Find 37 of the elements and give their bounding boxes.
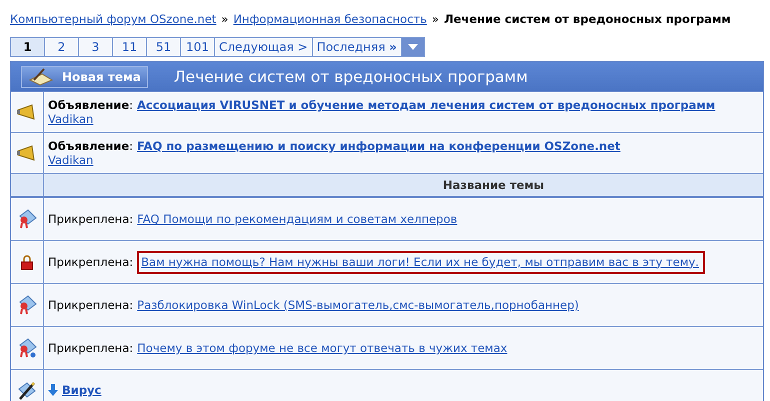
announcement-label: Объявление: bbox=[48, 98, 134, 112]
page-number[interactable]: 2 bbox=[45, 38, 79, 56]
document-pencil-icon bbox=[16, 379, 38, 401]
new-topic-button[interactable]: Новая тема bbox=[21, 66, 148, 88]
announcement-label: Объявление: bbox=[48, 139, 134, 153]
thread-link[interactable]: Вирус bbox=[62, 383, 102, 397]
thread-link[interactable]: Разблокировка WinLock (SMS-вымогатель,смс-вымогатель,порнобаннер) bbox=[137, 298, 579, 312]
pen-paper-icon bbox=[28, 68, 54, 86]
pager-dropdown-button[interactable] bbox=[402, 38, 424, 56]
sticky-label: Прикреплена: bbox=[48, 255, 134, 269]
last-page-link[interactable]: Последняя » bbox=[312, 38, 402, 56]
sticky-label: Прикреплена: bbox=[48, 212, 134, 226]
forum-title: Лечение систем от вредоносных программ bbox=[174, 68, 528, 86]
down-arrow-icon bbox=[48, 384, 58, 396]
breadcrumb-separator: » bbox=[432, 12, 439, 26]
breadcrumb-link[interactable]: Компьютерный форум OSzone.net bbox=[10, 12, 216, 26]
author-link[interactable]: Vadikan bbox=[48, 112, 94, 126]
thread-link[interactable]: Вам нужна помощь? Нам нужны ваши логи! Если их не будет, мы отправим вас в эту тему. bbox=[141, 254, 699, 268]
sticky-label: Прикреплена: bbox=[48, 341, 134, 355]
author-link[interactable]: Vadikan bbox=[48, 153, 94, 167]
caret-icon bbox=[408, 44, 418, 50]
thread-link[interactable]: Почему в этом форуме не все могут отвечать в чужих темах bbox=[137, 341, 508, 355]
thread-link[interactable]: FAQ Помощи по рекомендациям и советам хелперов bbox=[137, 212, 458, 226]
page-title: Лечение систем от вредоносных программ bbox=[444, 12, 731, 26]
column-header: Название темы bbox=[442, 178, 546, 192]
announcement-link[interactable]: FAQ по размещению и поиску информации на конференции OSZone.net bbox=[137, 139, 620, 153]
page-number[interactable]: 11 bbox=[113, 38, 147, 56]
breadcrumb-separator: » bbox=[221, 12, 228, 26]
sticky-label: Прикреплена: bbox=[48, 298, 134, 312]
page-number[interactable]: 3 bbox=[79, 38, 113, 56]
page-number[interactable]: 51 bbox=[147, 38, 181, 56]
padlock-icon bbox=[21, 254, 33, 270]
announcement-link[interactable]: Ассоциация VIRUSNET и обучение методам лечения систем от вредоносных программ bbox=[137, 98, 716, 112]
page-number[interactable]: 1 bbox=[11, 38, 45, 56]
page-number[interactable]: 101 bbox=[181, 38, 215, 56]
breadcrumb-link[interactable]: Информационная безопасность bbox=[233, 12, 427, 26]
next-page-link[interactable]: Следующая > bbox=[215, 38, 313, 56]
